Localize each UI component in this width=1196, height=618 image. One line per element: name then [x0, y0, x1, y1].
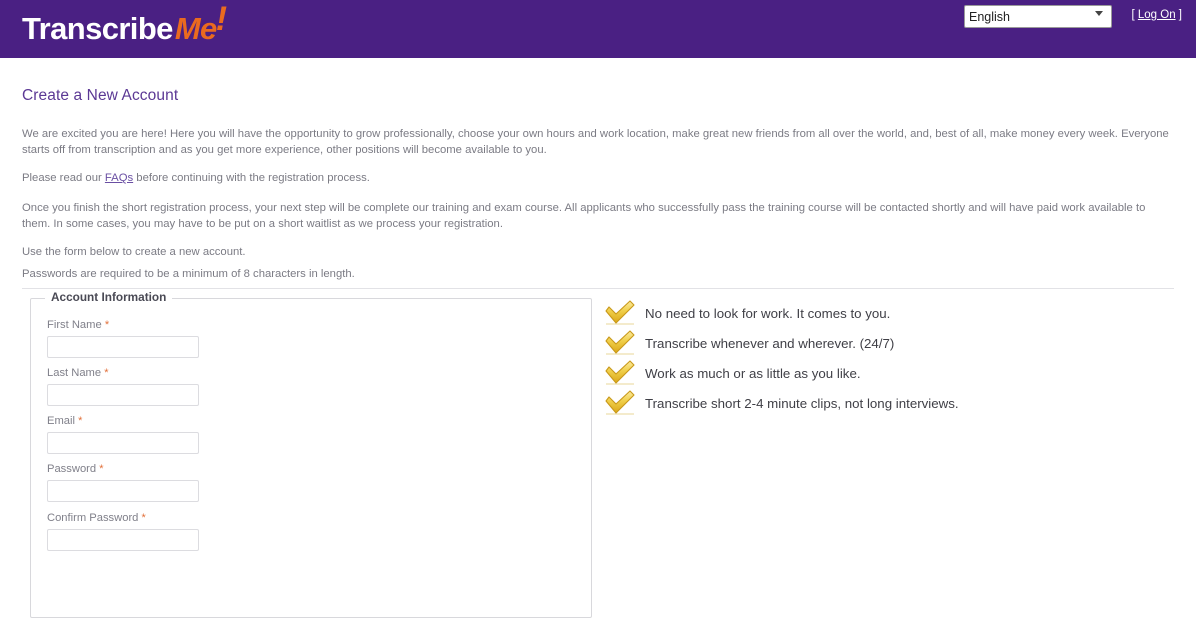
list-item: Transcribe whenever and wherever. (24/7)	[603, 328, 1163, 358]
log-on-link[interactable]: [ Log On ]	[1131, 9, 1182, 21]
benefit-text: Work as much or as little as you like.	[645, 365, 861, 381]
log-on-label: Log On	[1137, 9, 1176, 21]
confirm-password-input[interactable]	[47, 529, 199, 551]
intro-paragraph-5: Passwords are required to be a minimum o…	[22, 268, 355, 280]
label-confirm-password: Confirm Password *	[47, 512, 199, 524]
label-last-name: Last Name *	[47, 367, 199, 379]
first-name-input[interactable]	[47, 336, 199, 358]
label-first-name-text: First Name	[47, 319, 102, 331]
benefits-list: No need to look for work. It comes to yo…	[603, 298, 1163, 418]
intro-paragraph-1: We are excited you are here! Here you wi…	[22, 128, 1169, 156]
logo-text-me: Me	[174, 11, 217, 46]
required-asterisk: *	[104, 367, 109, 379]
intro-paragraph-3: Once you finish the short registration p…	[22, 202, 1146, 230]
gold-checkmark-icon	[605, 300, 635, 325]
label-email: Email *	[47, 415, 199, 427]
label-password: Password *	[47, 463, 199, 475]
required-asterisk: *	[99, 463, 104, 475]
site-logo[interactable]: TranscribeMe!	[22, 0, 227, 51]
logo-text-transcribe: Transcribe	[22, 11, 173, 46]
benefit-text: No need to look for work. It comes to yo…	[645, 305, 891, 321]
field-first-name: First Name *	[47, 319, 199, 358]
faqs-link[interactable]: FAQs	[105, 172, 133, 184]
intro-paragraph-4: Use the form below to create a new accou…	[22, 246, 246, 258]
list-item: Transcribe short 2-4 minute clips, not l…	[603, 388, 1163, 418]
label-confirm-password-text: Confirm Password	[47, 512, 139, 524]
label-last-name-text: Last Name	[47, 367, 102, 379]
fieldset-legend: Account Information	[45, 290, 173, 304]
field-email: Email *	[47, 415, 199, 454]
benefit-text: Transcribe whenever and wherever. (24/7)	[645, 335, 895, 351]
account-information-fieldset: Account Information First Name * Last Na…	[30, 290, 592, 618]
password-input[interactable]	[47, 480, 199, 502]
list-item: Work as much or as little as you like.	[603, 358, 1163, 388]
label-password-text: Password	[47, 463, 97, 475]
language-select[interactable]: English	[964, 5, 1112, 28]
log-on-bracket-close: ]	[1175, 9, 1182, 21]
page-title: Create a New Account	[22, 87, 179, 104]
required-asterisk: *	[141, 512, 146, 524]
gold-checkmark-icon	[605, 390, 635, 415]
gold-checkmark-icon	[605, 360, 635, 385]
required-asterisk: *	[78, 415, 83, 427]
email-input[interactable]	[47, 432, 199, 454]
required-asterisk: *	[104, 319, 110, 331]
intro-paragraph-2: Please read our FAQs before continuing w…	[22, 170, 1174, 186]
label-first-name: First Name *	[47, 319, 199, 331]
label-email-text: Email	[47, 415, 75, 427]
field-password: Password *	[47, 463, 199, 502]
logo-exclamation-mark: !	[215, 0, 227, 38]
section-divider	[22, 288, 1174, 289]
list-item: No need to look for work. It comes to yo…	[603, 298, 1163, 328]
site-header: TranscribeMe! English [ Log On ]	[0, 0, 1196, 58]
field-last-name: Last Name *	[47, 367, 199, 406]
last-name-input[interactable]	[47, 384, 199, 406]
field-confirm-password: Confirm Password *	[47, 512, 199, 551]
faq-text-after: before continuing with the registration …	[133, 172, 370, 184]
faq-text-before: Please read our	[22, 172, 105, 184]
benefit-text: Transcribe short 2-4 minute clips, not l…	[645, 395, 959, 411]
gold-checkmark-icon	[605, 330, 635, 355]
